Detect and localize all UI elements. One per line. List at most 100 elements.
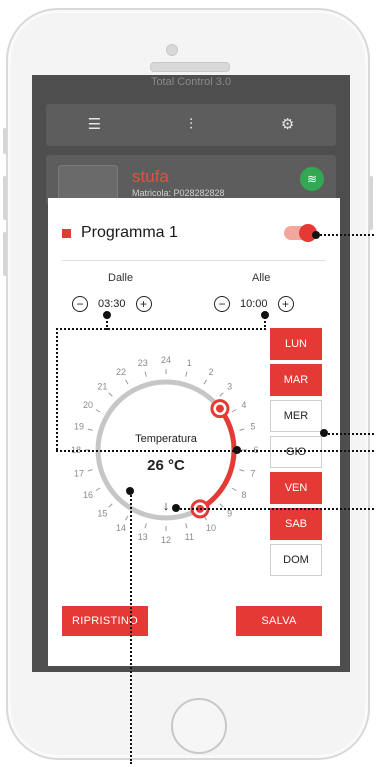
program-modal: Programma 1 Dalle Alle − 03:30 + − 10:00… <box>48 198 340 666</box>
power-button <box>369 176 373 230</box>
hour-label: 9 <box>227 509 232 519</box>
stove-name: stufa <box>132 167 169 186</box>
hour-tick <box>203 379 207 385</box>
callout-dot-from <box>103 311 111 319</box>
callout-line-arrow <box>176 508 374 510</box>
hour-label: 1 <box>187 358 192 368</box>
app-header: Total Control 3.0 <box>150 76 232 88</box>
hour-label: 15 <box>97 509 107 519</box>
save-button[interactable]: SALVA <box>236 606 322 636</box>
day-button-gio[interactable]: GIO <box>270 436 322 468</box>
hour-tick <box>125 379 129 385</box>
program-enable-toggle[interactable] <box>284 224 317 242</box>
hour-label: 21 <box>97 381 107 391</box>
callout-line-buttons <box>56 450 374 452</box>
day-button-ven[interactable]: VEN <box>270 472 322 504</box>
from-time-value: 03:30 <box>98 298 126 310</box>
hour-tick <box>144 523 147 529</box>
hour-tick <box>87 428 93 431</box>
dial-temperature-value: 26 °C <box>147 457 185 474</box>
callout-dot-arc <box>233 446 241 454</box>
hour-tick <box>108 503 113 508</box>
hour-label: 3 <box>227 381 232 391</box>
settings-icon[interactable]: ⚙ <box>277 114 299 136</box>
hour-label: 24 <box>161 355 171 365</box>
hour-label: 12 <box>161 535 171 545</box>
callout-line-left <box>56 328 58 450</box>
callout-line-days <box>324 433 374 435</box>
hour-label: 22 <box>116 367 126 377</box>
arrow-down-icon[interactable]: ↓ <box>163 498 170 513</box>
volume-up-button <box>3 176 7 220</box>
hour-label: 14 <box>116 523 126 533</box>
to-time-control: − 10:00 + <box>214 296 294 312</box>
dial-program-arc <box>198 407 237 512</box>
callout-line-temperature <box>130 492 132 764</box>
hour-tick <box>239 428 245 431</box>
day-button-mer[interactable]: MER <box>270 400 322 432</box>
hour-tick <box>108 392 113 397</box>
hour-label: 23 <box>138 358 148 368</box>
to-label: Alle <box>252 272 271 284</box>
toolbar: ☰ ⫶ ⚙ <box>46 104 336 146</box>
hour-label: 4 <box>241 400 246 410</box>
hour-tick <box>125 515 129 521</box>
hour-tick <box>95 487 101 491</box>
hour-label: 2 <box>208 367 213 377</box>
hour-label: 10 <box>206 523 216 533</box>
wifi-icon: ≋ <box>300 167 324 191</box>
hour-label: 7 <box>250 468 255 478</box>
reset-button[interactable]: RIPRISTINO <box>62 606 148 636</box>
hour-tick <box>239 469 245 472</box>
hour-tick <box>185 371 188 377</box>
to-plus-button[interactable]: + <box>277 296 294 312</box>
volume-down-button <box>3 232 7 276</box>
from-minus-button[interactable]: − <box>72 296 88 312</box>
list-icon[interactable]: ☰ <box>83 114 105 136</box>
sliders-icon[interactable]: ⫶ <box>180 114 202 136</box>
callout-line-time-join <box>56 328 266 330</box>
callout-dot-days <box>320 429 328 437</box>
weekday-selector: LUN MAR MER GIO VEN SAB DOM <box>270 328 322 576</box>
hour-tick <box>144 371 147 377</box>
hour-tick <box>95 409 101 413</box>
home-button[interactable] <box>171 698 227 754</box>
hour-label: 5 <box>250 422 255 432</box>
hour-label: 11 <box>185 532 194 542</box>
callout-line-toggle <box>316 234 374 236</box>
header-divider <box>62 260 326 261</box>
to-time-value: 10:00 <box>240 298 268 310</box>
camera-icon <box>166 44 178 56</box>
hour-label: 16 <box>83 490 93 500</box>
day-button-mar[interactable]: MAR <box>270 364 322 396</box>
dial-start-handle-dot <box>215 404 224 413</box>
modal-header: Programma 1 <box>62 224 178 242</box>
hour-tick <box>87 469 93 472</box>
hour-label: 20 <box>83 400 93 410</box>
stove-serial: Matricola: P028282828 <box>132 188 225 198</box>
hour-label: 13 <box>138 532 148 542</box>
day-button-dom[interactable]: DOM <box>270 544 322 576</box>
callout-dot-arrow <box>172 504 180 512</box>
speaker-grille <box>150 62 230 72</box>
hour-label: 17 <box>74 468 84 478</box>
hour-label: 8 <box>241 490 246 500</box>
hour-tick <box>185 523 188 529</box>
day-button-lun[interactable]: LUN <box>270 328 322 360</box>
to-minus-button[interactable]: − <box>214 296 230 312</box>
hour-tick <box>231 409 237 413</box>
dial-label: Temperatura <box>135 433 198 445</box>
hour-label: 19 <box>74 422 84 432</box>
callout-dot-to <box>261 311 269 319</box>
day-button-sab[interactable]: SAB <box>270 508 322 540</box>
callout-dot-toggle <box>312 231 320 239</box>
mute-switch <box>3 128 7 154</box>
hour-tick <box>219 503 224 508</box>
hour-tick <box>231 487 237 491</box>
from-time-control: − 03:30 + <box>72 296 152 312</box>
hour-tick <box>219 392 224 397</box>
modal-title: Programma 1 <box>81 224 178 241</box>
from-label: Dalle <box>108 272 134 284</box>
callout-dot-temperature <box>126 487 134 495</box>
from-plus-button[interactable]: + <box>135 296 152 312</box>
